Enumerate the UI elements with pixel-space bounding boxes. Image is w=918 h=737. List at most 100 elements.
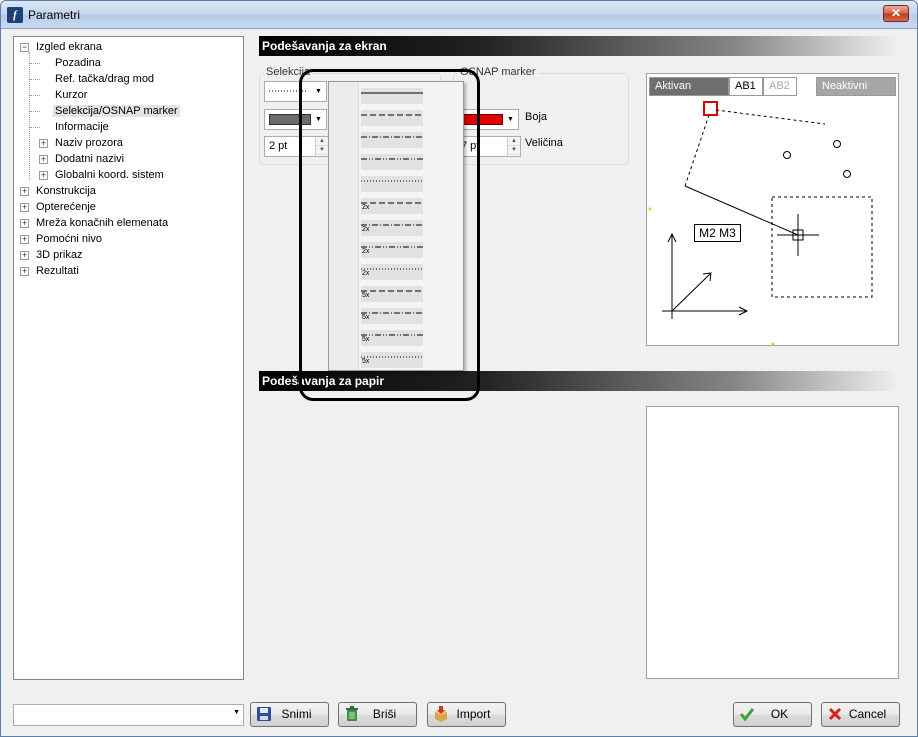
tree-item[interactable]: Naziv prozora: [53, 135, 125, 151]
tree-item[interactable]: Kurzor: [53, 87, 89, 103]
tree-item[interactable]: Globalni koord. sistem: [53, 167, 166, 183]
tree-item[interactable]: Izgled ekrana: [34, 39, 104, 55]
tree-item[interactable]: Informacije: [53, 119, 111, 135]
line-style-option[interactable]: 5x: [361, 286, 423, 302]
line-style-option[interactable]: [361, 110, 423, 126]
expand-icon[interactable]: +: [20, 219, 29, 228]
tree-item-label: Informacije: [55, 121, 109, 133]
expand-icon[interactable]: +: [20, 267, 29, 276]
line-style-sample-icon: [361, 312, 423, 314]
close-button[interactable]: ✕: [883, 5, 909, 22]
line-style-sample-icon: [361, 136, 423, 138]
tree-item[interactable]: Rezultati: [34, 263, 81, 279]
tree-connector: [30, 127, 40, 128]
tree-item-label: Dodatni nazivi: [55, 153, 125, 165]
line-style-option[interactable]: 5x: [361, 352, 423, 368]
import-box-icon: [435, 706, 447, 722]
line-style-option[interactable]: 5x: [361, 330, 423, 346]
spin-up-icon[interactable]: ▲: [316, 137, 328, 146]
selection-size-spinner[interactable]: 2 pt ▲ ▼: [264, 136, 329, 157]
collapse-icon[interactable]: −: [20, 43, 29, 52]
ok-label: OK: [770, 707, 789, 721]
chevron-down-icon: ▼: [233, 709, 240, 716]
line-scale-label: 2x: [362, 248, 370, 255]
selection-size-value: 2 pt: [269, 140, 288, 152]
line-style-sample-icon: [361, 158, 423, 160]
color-label: Boja: [525, 111, 548, 123]
osnap-color-combo[interactable]: ▼: [456, 109, 519, 130]
delete-button[interactable]: Briši: [338, 702, 417, 727]
line-style-option[interactable]: 2x: [361, 220, 423, 236]
tree-item-label: Mreža konačnih elemenata: [36, 217, 169, 229]
dropdown-gutter: [329, 82, 359, 370]
chevron-down-icon: ▼: [315, 88, 322, 95]
dotted-line-preview-icon: [269, 90, 307, 92]
paper-preview: [646, 406, 899, 679]
tree-item[interactable]: Opterećenje: [34, 199, 98, 215]
checkmark-icon: [739, 708, 755, 722]
tree-item-label: Rezultati: [36, 265, 79, 277]
tree-connector: [30, 111, 40, 112]
preview-label-box: M2 M3: [694, 224, 741, 242]
tree-item[interactable]: 3D prikaz: [34, 247, 84, 263]
import-button[interactable]: Import: [427, 702, 506, 727]
save-label: Snimi: [281, 707, 312, 721]
tree-item-label: 3D prikaz: [36, 249, 83, 261]
expand-icon[interactable]: +: [20, 187, 29, 196]
line-scale-label: 5x: [362, 314, 370, 321]
spin-up-icon[interactable]: ▲: [508, 137, 520, 146]
tree-item[interactable]: Mreža konačnih elemenata: [34, 215, 170, 231]
settings-tree[interactable]: Izgled ekrana − Pozadina Ref. tačka/drag mo…: [13, 36, 244, 680]
tree-item-label: Konstrukcija: [36, 185, 96, 197]
tree-item[interactable]: Selekcija/OSNAP marker: [53, 103, 180, 119]
tree-item-label: Pomoćni nivo: [36, 233, 103, 245]
floppy-disk-icon: [257, 707, 271, 721]
line-style-sample-icon: [361, 180, 423, 182]
line-style-option[interactable]: 2x: [361, 198, 423, 214]
line-style-option[interactable]: 5x: [361, 308, 423, 324]
delete-label: Briši: [372, 707, 397, 721]
tree-item[interactable]: Konstrukcija: [34, 183, 98, 199]
tree-item[interactable]: Dodatni nazivi: [53, 151, 126, 167]
selection-color-combo[interactable]: ▼: [264, 109, 327, 130]
line-style-sample-icon: [361, 114, 423, 116]
osnap-color-swatch: [461, 114, 503, 125]
line-style-option[interactable]: 2x: [361, 264, 423, 280]
expand-icon[interactable]: +: [20, 251, 29, 260]
line-style-option[interactable]: 2x: [361, 242, 423, 258]
line-style-sample-icon: [361, 356, 423, 358]
tree-item-label: Selekcija/OSNAP marker: [53, 105, 180, 117]
tree-item-label: Naziv prozora: [55, 137, 123, 149]
window-title: Parametri: [28, 8, 81, 22]
cancel-button[interactable]: Cancel: [821, 702, 900, 727]
line-style-option[interactable]: [361, 88, 423, 104]
osnap-group-label: OSNAP marker: [458, 66, 538, 78]
line-scale-label: 5x: [362, 358, 370, 365]
save-button[interactable]: Snimi: [250, 702, 329, 727]
line-style-dropdown-list[interactable]: 2x 2x 2x 2x 5x 5x 5x 5x: [328, 81, 464, 371]
tree-item[interactable]: Ref. tačka/drag mod: [53, 71, 156, 87]
line-scale-label: 2x: [362, 204, 370, 211]
line-style-option[interactable]: [361, 176, 423, 192]
spin-down-icon[interactable]: ▼: [316, 146, 328, 155]
tree-item[interactable]: Pozadina: [53, 55, 103, 71]
parameters-dialog: f Parametri ✕ Izgled ekrana − Pozadina Ref.…: [0, 0, 918, 737]
selection-line-style-combo[interactable]: ▼: [264, 81, 327, 102]
osnap-size-spinner[interactable]: 7 pt ▲ ▼: [456, 136, 521, 157]
expand-icon[interactable]: +: [20, 203, 29, 212]
title-bar[interactable]: f Parametri ✕: [1, 1, 917, 29]
line-style-option[interactable]: [361, 132, 423, 148]
preset-combo[interactable]: ▼: [13, 704, 244, 726]
tree-item[interactable]: Pomoćni nivo: [34, 231, 104, 247]
expand-icon[interactable]: +: [39, 139, 48, 148]
tree-guide-line: [29, 52, 30, 180]
expand-icon[interactable]: +: [39, 171, 48, 180]
tree-item-label: Opterećenje: [36, 201, 96, 213]
expand-icon[interactable]: +: [20, 235, 29, 244]
line-style-sample-icon: [361, 202, 423, 204]
line-scale-label: 5x: [362, 336, 370, 343]
expand-icon[interactable]: +: [39, 155, 48, 164]
spin-down-icon[interactable]: ▼: [508, 146, 520, 155]
line-style-option[interactable]: [361, 154, 423, 170]
ok-button[interactable]: OK: [733, 702, 812, 727]
